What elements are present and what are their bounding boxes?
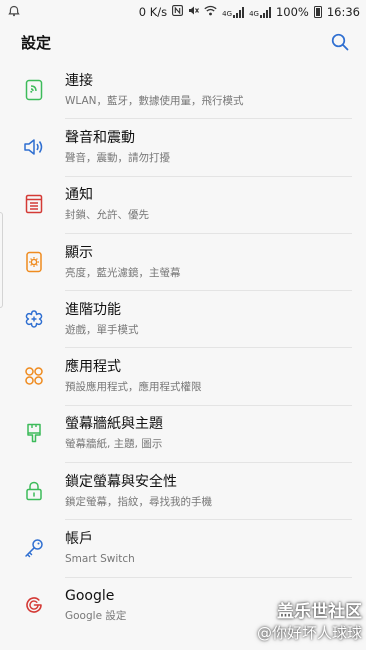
status-bar: 0 K/s 4G 4G 100% 16:36	[0, 0, 366, 24]
wifi-icon	[204, 5, 217, 19]
settings-item-lock-screen[interactable]: 鎖定螢幕與安全性 鎖定螢幕，指紋，尋找我的手機	[0, 462, 366, 519]
apps-icon	[20, 362, 48, 390]
item-title: 進階功能	[65, 301, 121, 318]
page-title: 設定	[21, 33, 52, 52]
watermark-user: @你好坏人球球	[256, 624, 362, 642]
settings-list: 連接 WLAN，藍牙，數據使用量，飛行模式 聲音和震動 聲音，震動，請勿打擾 通…	[0, 61, 366, 634]
battery-percentage: 100%	[275, 5, 309, 19]
notification-app-icon	[8, 5, 20, 20]
app-header: 設定	[0, 24, 366, 60]
item-subtitle: Smart Switch	[65, 553, 135, 566]
connections-icon	[20, 76, 48, 104]
watermark: 盖乐世社区 @你好坏人球球	[257, 602, 362, 644]
settings-item-accounts[interactable]: 帳戶 Smart Switch	[0, 519, 366, 576]
google-icon	[20, 591, 48, 619]
display-icon	[20, 248, 48, 276]
item-subtitle: 亮度，藍光濾鏡，主螢幕	[65, 266, 181, 279]
battery-icon	[313, 6, 322, 18]
mute-icon	[188, 5, 200, 19]
item-subtitle: WLAN，藍牙，數據使用量，飛行模式	[65, 94, 244, 107]
key-icon	[20, 534, 48, 562]
signal-4g-icon: 4G	[222, 6, 245, 18]
item-subtitle: 鎖定螢幕，指紋，尋找我的手機	[65, 495, 212, 508]
settings-item-sounds[interactable]: 聲音和震動 聲音，震動，請勿打擾	[0, 118, 366, 175]
speaker-icon	[20, 133, 48, 161]
signal-4g-lte-icon: 4G	[249, 6, 271, 18]
item-subtitle: 封鎖、允許、優先	[65, 209, 149, 222]
search-icon	[331, 33, 349, 51]
search-button[interactable]	[330, 32, 350, 52]
settings-item-wallpapers[interactable]: 螢幕牆紙與主題 螢幕牆紙, 主題, 圖示	[0, 404, 366, 462]
watermark-title: 盖乐世社区	[277, 602, 362, 622]
item-subtitle: 預設應用程式，應用程式權限	[65, 381, 202, 394]
settings-item-advanced[interactable]: 進階功能 遊戲，單手模式	[0, 290, 366, 347]
item-subtitle: Google 設定	[65, 610, 127, 623]
item-title: 鎖定螢幕與安全性	[65, 473, 177, 490]
nfc-icon	[172, 5, 184, 19]
paint-brush-icon	[20, 419, 48, 447]
item-title: 顯示	[65, 244, 93, 261]
item-subtitle: 遊戲，單手模式	[65, 323, 139, 336]
settings-item-apps[interactable]: 應用程式 預設應用程式，應用程式權限	[0, 347, 366, 404]
item-title: Google	[65, 588, 115, 605]
item-title: 連接	[65, 72, 93, 89]
settings-item-notifications[interactable]: 通知 封鎖、允許、優先	[0, 175, 366, 233]
item-title: 聲音和震動	[65, 129, 135, 146]
item-title: 帳戶	[65, 531, 93, 548]
advanced-features-icon	[20, 305, 48, 333]
notifications-icon	[20, 190, 48, 218]
lock-icon	[20, 477, 48, 505]
item-title: 通知	[65, 187, 93, 204]
item-title: 螢幕牆紙與主題	[65, 416, 163, 433]
clock: 16:36	[326, 5, 360, 19]
item-subtitle: 聲音，震動，請勿打擾	[65, 151, 170, 164]
item-title: 應用程式	[65, 359, 121, 376]
settings-item-connections[interactable]: 連接 WLAN，藍牙，數據使用量，飛行模式	[0, 61, 366, 118]
settings-item-display[interactable]: 顯示 亮度，藍光濾鏡，主螢幕	[0, 232, 366, 290]
network-speed: 0 K/s	[138, 5, 168, 19]
item-subtitle: 螢幕牆紙, 主題, 圖示	[65, 438, 163, 451]
